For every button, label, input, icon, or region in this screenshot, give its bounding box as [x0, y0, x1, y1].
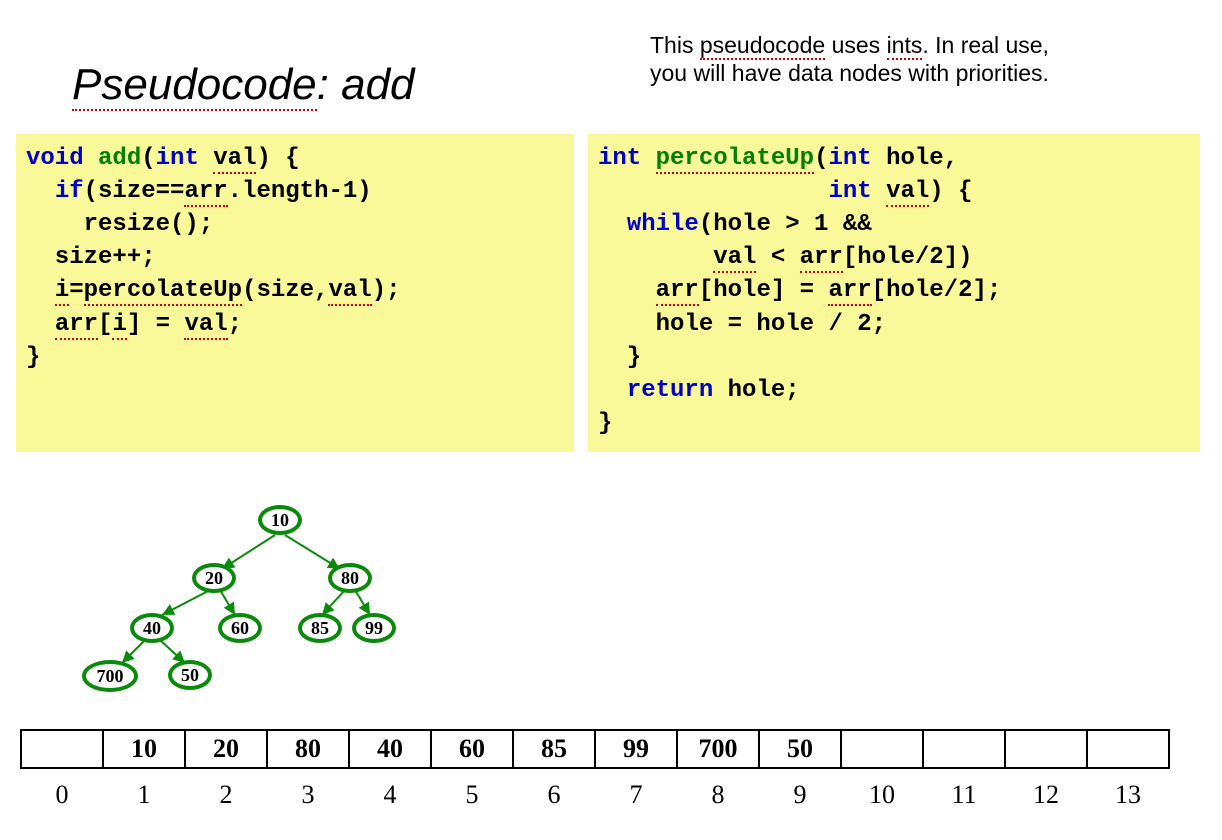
- code-percolate-up: int percolateUp(int hole, int val) { whi…: [588, 134, 1200, 452]
- heap-tree: 10 20 80 40 60 85 99 700 50: [60, 495, 460, 715]
- array-cell-0: [20, 729, 104, 769]
- array-cell-5: 60: [430, 729, 514, 769]
- index-3: 3: [266, 780, 350, 810]
- tree-node-4: 40: [130, 613, 174, 643]
- title-underlined: Pseudocode: [72, 60, 317, 111]
- index-row: 0 1 2 3 4 5 6 7 8 9 10 11 12 13: [20, 780, 1170, 810]
- slide: Pseudocode: add This pseudocode uses int…: [0, 0, 1222, 840]
- slide-title: Pseudocode: add: [72, 60, 415, 110]
- index-12: 12: [1004, 780, 1088, 810]
- array-cell-4: 40: [348, 729, 432, 769]
- index-8: 8: [676, 780, 760, 810]
- index-4: 4: [348, 780, 432, 810]
- title-rest: : add: [317, 60, 415, 109]
- index-2: 2: [184, 780, 268, 810]
- index-1: 1: [102, 780, 186, 810]
- index-10: 10: [840, 780, 924, 810]
- array-row: 10 20 80 40 60 85 99 700 50: [20, 729, 1170, 769]
- index-13: 13: [1086, 780, 1170, 810]
- code-add: void add(int val) { if(size==arr.length-…: [16, 134, 574, 452]
- array-cell-2: 20: [184, 729, 268, 769]
- index-9: 9: [758, 780, 842, 810]
- index-7: 7: [594, 780, 678, 810]
- array-cell-7: 99: [594, 729, 678, 769]
- index-0: 0: [20, 780, 104, 810]
- tree-node-9: 50: [168, 660, 212, 690]
- index-11: 11: [922, 780, 1006, 810]
- note-text: This pseudocode uses ints. In real use, …: [650, 32, 1170, 87]
- array-cell-1: 10: [102, 729, 186, 769]
- tree-node-2: 20: [192, 563, 236, 593]
- tree-node-6: 85: [298, 613, 342, 643]
- tree-node-1: 10: [258, 505, 302, 535]
- array-cell-11: [922, 729, 1006, 769]
- array-cell-9: 50: [758, 729, 842, 769]
- tree-node-3: 80: [328, 563, 372, 593]
- tree-node-7: 99: [352, 613, 396, 643]
- array-cell-12: [1004, 729, 1088, 769]
- array-cell-10: [840, 729, 924, 769]
- array-cell-13: [1086, 729, 1170, 769]
- index-6: 6: [512, 780, 596, 810]
- array-cell-8: 700: [676, 729, 760, 769]
- tree-node-5: 60: [218, 613, 262, 643]
- index-5: 5: [430, 780, 514, 810]
- array-cell-6: 85: [512, 729, 596, 769]
- tree-node-8: 700: [82, 660, 138, 692]
- array-cell-3: 80: [266, 729, 350, 769]
